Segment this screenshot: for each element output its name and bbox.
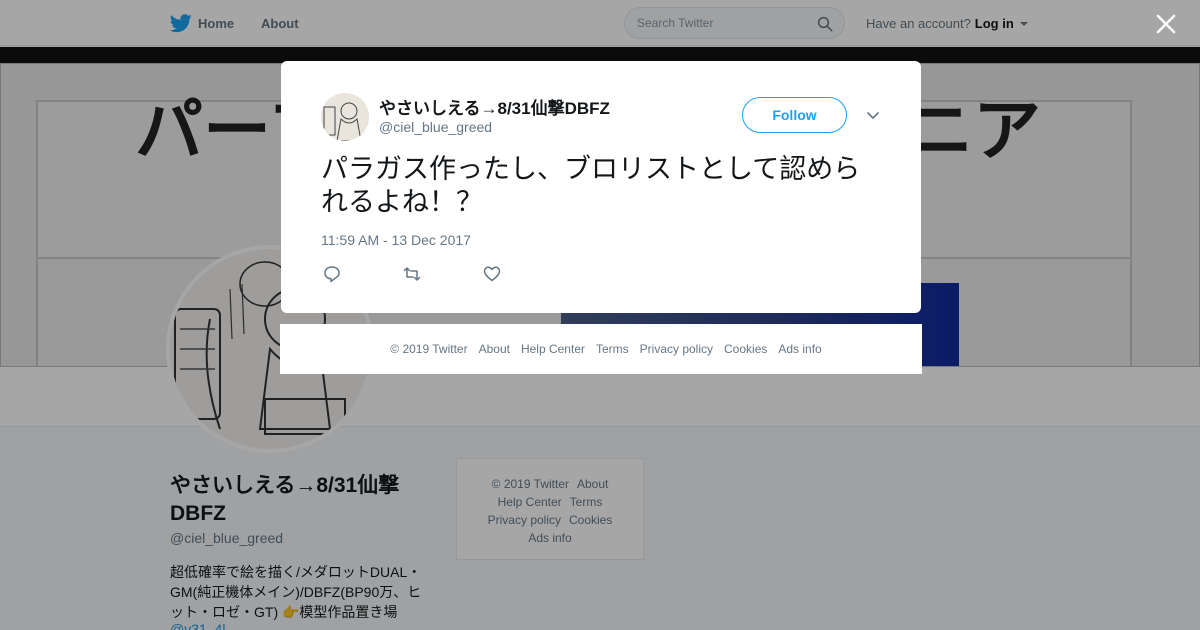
tweet-modal: やさいしえる→8/31仙撃DBFZ @ciel_blue_greed Follo… — [281, 61, 921, 313]
modal-footer-privacy-link[interactable]: Privacy policy — [640, 342, 713, 356]
retweet-icon[interactable] — [402, 264, 422, 284]
modal-footer-terms-link[interactable]: Terms — [596, 342, 629, 356]
tweet-author-handle[interactable]: @ciel_blue_greed — [379, 119, 492, 135]
modal-footer-copyright: © 2019 Twitter — [390, 342, 468, 356]
close-icon[interactable] — [1154, 12, 1178, 36]
tweet-author-name[interactable]: やさいしえる→8/31仙撃DBFZ — [379, 94, 610, 119]
modal-footer: © 2019 Twitter About Help Center Terms P… — [280, 324, 922, 374]
chevron-down-icon[interactable] — [865, 107, 881, 123]
author-avatar-image — [321, 93, 369, 141]
tweet-text: パラガス作ったし、ブロリストとして認められるよね！？ — [321, 154, 861, 217]
follow-button[interactable]: Follow — [742, 97, 847, 133]
modal-footer-cookies-link[interactable]: Cookies — [724, 342, 767, 356]
modal-footer-about-link[interactable]: About — [479, 342, 510, 356]
modal-footer-ads-link[interactable]: Ads info — [778, 342, 821, 356]
heart-icon[interactable] — [482, 264, 502, 284]
tweet-author-avatar[interactable] — [321, 93, 369, 141]
tweet-timestamp[interactable]: 11:59 AM - 13 Dec 2017 — [321, 232, 471, 248]
reply-icon[interactable] — [322, 264, 342, 284]
modal-footer-help-link[interactable]: Help Center — [521, 342, 585, 356]
